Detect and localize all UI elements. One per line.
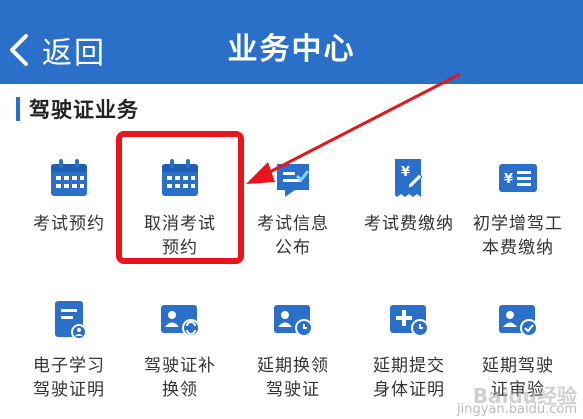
service-label: 驾驶证补 换领 bbox=[144, 356, 216, 400]
section-title: 驾驶证业务 bbox=[29, 98, 139, 122]
payment-card-icon: ¥ bbox=[499, 164, 537, 192]
add-clock-icon bbox=[390, 305, 429, 337]
service-label: 延期提交 身体证明 bbox=[373, 356, 445, 400]
service-health-proof-delay[interactable]: 延期提交 身体证明 bbox=[350, 298, 468, 402]
svg-text:¥: ¥ bbox=[401, 165, 410, 180]
license-check-icon bbox=[499, 305, 538, 337]
notice-icon bbox=[277, 164, 310, 197]
watermark-url: jingyan.baidu.com bbox=[457, 402, 577, 417]
license-renew-icon bbox=[161, 305, 200, 337]
chevron-left-icon bbox=[10, 34, 28, 66]
service-label: 考试信息 公布 bbox=[257, 214, 329, 258]
back-label: 返回 bbox=[42, 36, 106, 71]
watermark: Baidu经验 jingyan.baidu.com bbox=[457, 384, 577, 417]
certificate-icon bbox=[55, 301, 87, 340]
service-exam-info[interactable]: 考试信息 公布 bbox=[234, 156, 352, 260]
service-license-renew-delay[interactable]: 延期换领 驾驶证 bbox=[234, 298, 352, 402]
section-accent-bar bbox=[16, 97, 20, 121]
receipt-icon: ¥ bbox=[395, 159, 423, 197]
section-header: 驾驶证业务 bbox=[16, 96, 139, 122]
service-license-replace[interactable]: 驾驶证补 换领 bbox=[121, 298, 239, 402]
calendar-icon bbox=[51, 159, 87, 196]
back-button[interactable]: 返回 bbox=[6, 30, 106, 71]
service-label: 初学增驾工 本费缴纳 bbox=[473, 214, 563, 258]
service-label: 电子学习 驾驶证明 bbox=[33, 356, 105, 400]
service-learner-fee[interactable]: ¥ 初学增驾工 本费缴纳 bbox=[459, 156, 577, 260]
service-label: 延期换领 驾驶证 bbox=[257, 356, 329, 400]
top-nav-bar: 业务中心 返回 bbox=[0, 0, 583, 84]
watermark-logo: Baidu经验 bbox=[472, 384, 577, 408]
service-e-learning-proof[interactable]: 电子学习 驾驶证明 bbox=[10, 298, 128, 402]
annotation-highlight-box bbox=[116, 131, 244, 264]
service-exam-fee[interactable]: ¥ 考试费缴纳 bbox=[350, 156, 468, 236]
service-exam-booking[interactable]: 考试预约 bbox=[10, 156, 128, 236]
service-label: 考试预约 bbox=[33, 214, 105, 234]
svg-text:¥: ¥ bbox=[504, 172, 513, 187]
license-clock-icon bbox=[274, 305, 313, 337]
service-label: 考试费缴纳 bbox=[364, 214, 454, 234]
